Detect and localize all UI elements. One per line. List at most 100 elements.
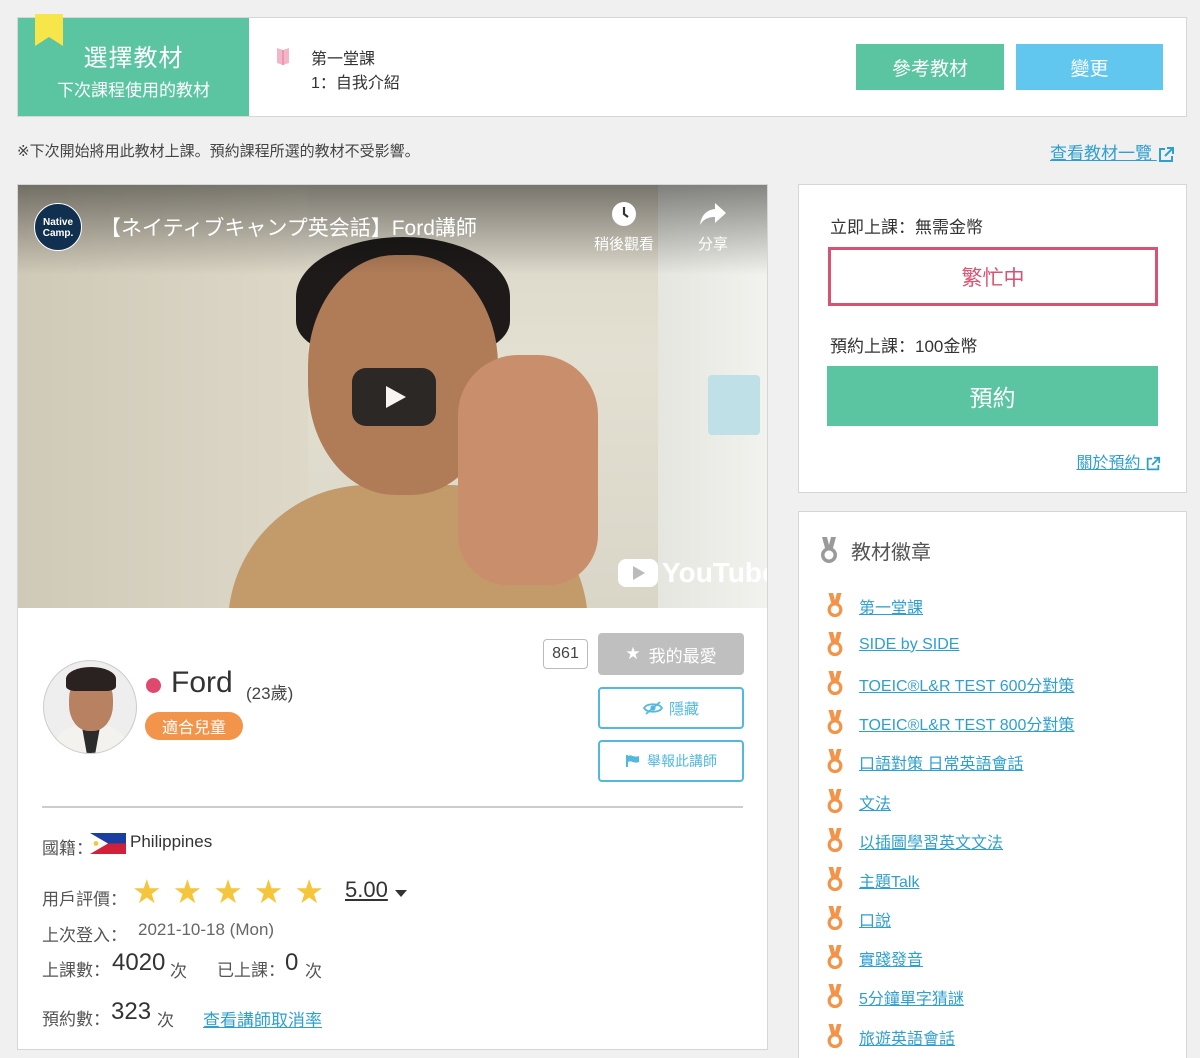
favorite-count: 861: [543, 639, 588, 669]
list-item: 實踐發音: [825, 939, 1074, 978]
medal-icon: [827, 788, 843, 813]
reference-material-button[interactable]: 參考教材: [856, 44, 1004, 90]
report-label: 舉報此講師: [647, 753, 717, 769]
medal-icon: [827, 906, 843, 931]
badge-link[interactable]: 主題Talk: [859, 868, 919, 892]
medal-icon: [827, 670, 843, 696]
nationality-label: 國籍：: [42, 839, 93, 858]
last-login-value: 2021-10-18 (Mon): [138, 920, 275, 939]
instant-lesson-label: 立即上課：無需金幣: [830, 218, 983, 237]
watch-later-button[interactable]: 稍後觀看: [589, 201, 659, 254]
divider: [42, 806, 743, 808]
change-material-button[interactable]: 變更: [1016, 44, 1163, 90]
badge-link[interactable]: 5分鐘單字猜謎: [859, 985, 964, 1009]
rating-label: 用戶評價：: [42, 890, 127, 909]
caret-down-icon[interactable]: [395, 890, 407, 897]
nationality-value: Philippines: [130, 832, 213, 851]
badge-link[interactable]: TOEIC®L&R TEST 800分對策: [859, 711, 1074, 735]
kid-friendly-badge: 適合兒童: [145, 712, 243, 740]
favorite-button[interactable]: ★ 我的最愛: [598, 633, 744, 675]
external-link-icon: [1146, 456, 1161, 470]
video-person-hand: [458, 355, 598, 585]
medal-icon: [827, 1023, 843, 1048]
list-item: 第一堂課: [825, 586, 1074, 625]
medal-icon: [827, 827, 843, 852]
report-teacher-button[interactable]: 舉報此講師: [598, 740, 744, 782]
material-header: 選擇教材 下次課程使用的教材: [18, 14, 249, 116]
rating-value[interactable]: 5.00: [345, 877, 388, 903]
badge-link[interactable]: 第一堂課: [859, 594, 923, 618]
badge-link[interactable]: TOEIC®L&R TEST 600分對策: [859, 672, 1074, 696]
badge-link[interactable]: 旅遊英語會話: [859, 1025, 955, 1049]
video-wall-fixture: [708, 375, 760, 435]
medal-icon: [827, 866, 843, 892]
booking-card: 立即上課：無需金幣 繁忙中 預約上課：100金幣 預約 關於預約: [798, 184, 1187, 493]
badges-header: 教材徽章: [819, 536, 931, 565]
external-link-icon: [1158, 146, 1174, 162]
badge-link[interactable]: 實踐發音: [859, 946, 923, 970]
list-item: 以插圖學習英文文法: [825, 821, 1074, 860]
badge-link[interactable]: 以插圖學習英文文法: [859, 829, 1003, 853]
list-item: TOEIC®L&R TEST 800分對策: [825, 704, 1074, 743]
taken-label: 已上課：: [217, 961, 285, 980]
taken-value: 0: [285, 949, 299, 976]
material-title: 選擇教材: [83, 45, 184, 72]
video-title[interactable]: 【ネイティブキャンプ英会話】Ford講師: [100, 212, 477, 242]
badge-list: 第一堂課 SIDE by SIDE TOEIC®L&R TEST 600分對策 …: [825, 586, 1074, 1056]
lessons-value: 4020: [112, 949, 166, 976]
star-icon: ★: [625, 644, 641, 663]
rating-stars: ★ ★ ★ ★ ★: [132, 873, 324, 910]
teacher-name: Ford: [171, 666, 233, 699]
last-login-label: 上次登入：: [42, 926, 127, 945]
video-player[interactable]: Native Camp. 【ネイティブキャンプ英会話】Ford講師 稍後觀看 分…: [18, 185, 767, 608]
medal-icon: [827, 592, 843, 617]
lesson-title: 第一堂課: [311, 51, 376, 68]
material-list-link[interactable]: 查看教材一覽: [1050, 139, 1175, 164]
badge-link[interactable]: 口語對策 日常英語會話: [859, 750, 1023, 774]
star-icon: ★: [132, 873, 162, 910]
medal-icon: [827, 984, 843, 1009]
about-reservation-link[interactable]: 關於預約: [1077, 449, 1161, 473]
teacher-avatar[interactable]: [43, 660, 137, 754]
medal-icon: [827, 749, 843, 774]
medal-icon: [827, 945, 843, 970]
teacher-age: (23歲): [246, 684, 294, 703]
clock-icon: [612, 202, 636, 226]
watch-later-label: 稍後觀看: [593, 236, 654, 253]
material-notice: ※下次開始將用此教材上課。預約課程所選的教材不受影響。: [17, 143, 420, 160]
list-item: 主題Talk: [825, 860, 1074, 899]
badge-link[interactable]: 文法: [859, 790, 891, 814]
teacher-card: Native Camp. 【ネイティブキャンプ英会話】Ford講師 稍後觀看 分…: [17, 184, 768, 1050]
list-item: TOEIC®L&R TEST 600分對策: [825, 664, 1074, 703]
eye-off-icon: [642, 701, 663, 715]
list-item: 5分鐘單字猜謎: [825, 978, 1074, 1017]
about-reservation-label: 關於預約: [1076, 455, 1141, 472]
play-button[interactable]: [352, 368, 436, 426]
badge-link[interactable]: SIDE by SIDE: [859, 636, 959, 654]
reservations-value: 323: [111, 998, 152, 1025]
youtube-brand-label: YouTube: [662, 557, 767, 588]
badge-link[interactable]: 口說: [859, 907, 891, 931]
taken-unit: 次: [305, 962, 322, 981]
share-label: 分享: [697, 236, 728, 253]
philippines-flag-icon: [90, 833, 126, 854]
busy-button[interactable]: 繁忙中: [828, 247, 1158, 306]
star-icon: ★: [294, 873, 324, 910]
star-icon: ★: [172, 873, 203, 910]
star-icon: ★: [213, 873, 243, 910]
favorite-label: 我的最愛: [648, 646, 717, 666]
list-item: 文法: [825, 782, 1074, 821]
star-icon: ★: [253, 873, 284, 910]
status-dot: [146, 678, 161, 693]
channel-logo[interactable]: Native Camp.: [34, 203, 82, 251]
reserve-lesson-label: 預約上課：100金幣: [830, 337, 978, 356]
cancel-rate-link[interactable]: 查看講師取消率: [203, 1006, 322, 1031]
share-button[interactable]: 分享: [683, 201, 743, 254]
lessons-unit: 次: [170, 962, 187, 981]
book-icon: [277, 48, 289, 65]
youtube-logo[interactable]: YouTube: [618, 557, 767, 589]
hide-teacher-button[interactable]: 隱藏: [598, 687, 744, 729]
medal-icon: [827, 710, 843, 735]
reserve-button[interactable]: 預約: [827, 366, 1158, 426]
reservations-label: 預約數：: [42, 1010, 110, 1029]
